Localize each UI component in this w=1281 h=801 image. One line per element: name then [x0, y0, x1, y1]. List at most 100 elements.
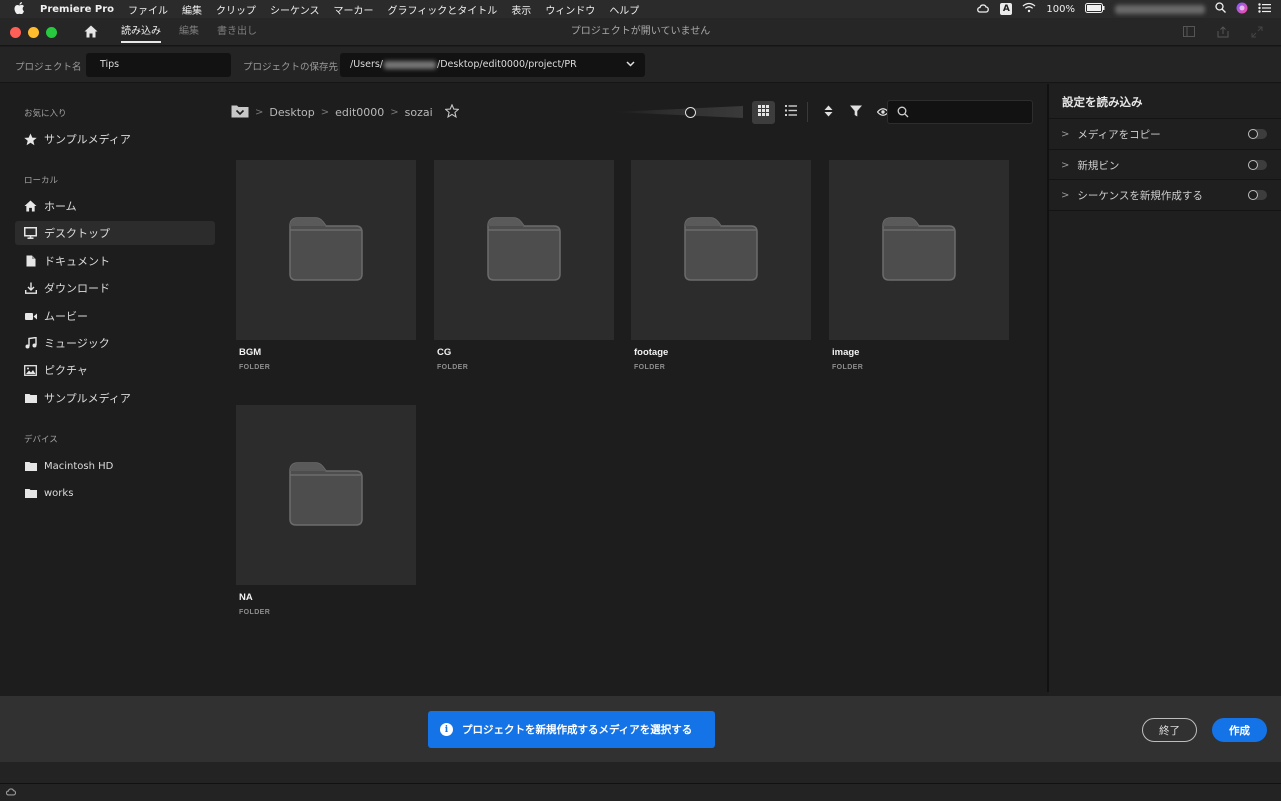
- slider-handle[interactable]: [685, 107, 696, 118]
- menu-file[interactable]: ファイル: [128, 2, 168, 17]
- item-type: FOLDER: [832, 364, 864, 371]
- menu-window[interactable]: ウィンドウ: [545, 2, 595, 17]
- project-name-input[interactable]: Tips: [86, 53, 231, 77]
- copy-media-toggle[interactable]: [1248, 129, 1267, 139]
- folder-browse-icon[interactable]: [231, 104, 249, 121]
- folder-thumbnail: [631, 160, 811, 340]
- sidebar-item-home[interactable]: ホーム: [15, 194, 215, 218]
- menu-graphics-titles[interactable]: グラフィックとタイトル: [388, 2, 498, 17]
- option-new-bin[interactable]: > 新規ビン: [1049, 149, 1281, 180]
- share-icon[interactable]: [1217, 26, 1229, 38]
- sidebar-item-pictures[interactable]: ピクチャ: [15, 358, 215, 382]
- panel-layout-icon[interactable]: [1183, 26, 1195, 38]
- wifi-icon[interactable]: [1022, 2, 1036, 16]
- chevron-right-icon: >: [1061, 189, 1070, 201]
- chevron-right-icon: >: [1061, 159, 1070, 171]
- apple-menu-icon[interactable]: [14, 1, 28, 17]
- grid-icon: [758, 105, 769, 119]
- sidebar-item-music[interactable]: ミュージック: [15, 331, 215, 355]
- grid-view-button[interactable]: [752, 100, 775, 124]
- monitor-icon: [24, 227, 37, 240]
- creative-cloud-status-icon[interactable]: [976, 3, 990, 16]
- folder-card-image[interactable]: image FOLDER: [829, 160, 1009, 371]
- list-view-button[interactable]: [779, 101, 802, 124]
- tab-export[interactable]: 書き出し: [217, 18, 257, 46]
- close-window-button[interactable]: [10, 27, 21, 38]
- item-name: CG: [437, 347, 452, 358]
- spotlight-search-icon[interactable]: [1215, 2, 1226, 16]
- option-copy-media[interactable]: > メディアをコピー: [1049, 118, 1281, 149]
- zoom-window-button[interactable]: [46, 27, 57, 38]
- select-media-info-banner: i プロジェクトを新規作成するメディアを選択する: [428, 711, 715, 748]
- breadcrumb-item[interactable]: edit0000: [335, 106, 384, 119]
- sidebar-item-label: サンプルメディア: [44, 133, 131, 146]
- item-name: NA: [239, 592, 253, 603]
- menu-marker[interactable]: マーカー: [334, 2, 374, 17]
- project-settings-row: プロジェクト名 Tips プロジェクトの保存先 /Users/ /Desktop…: [0, 47, 1281, 83]
- menu-view[interactable]: 表示: [511, 2, 531, 17]
- option-label: 新規ビン: [1077, 159, 1120, 172]
- video-camera-icon: [24, 310, 37, 323]
- option-label: メディアをコピー: [1077, 128, 1161, 141]
- sidebar-item-downloads[interactable]: ダウンロード: [15, 276, 215, 300]
- list-icon: [784, 105, 797, 119]
- option-label: シーケンスを新規作成する: [1077, 189, 1203, 202]
- control-center-icon[interactable]: [1258, 2, 1271, 16]
- folder-icon: [24, 487, 37, 500]
- path-suffix: /Desktop/edit0000/project/PR: [437, 59, 577, 70]
- tab-edit[interactable]: 編集: [179, 18, 199, 46]
- browser-toolbar: [613, 100, 894, 124]
- sidebar-item-macintosh-hd[interactable]: Macintosh HD: [15, 454, 215, 478]
- sidebar-item-desktop[interactable]: デスクトップ: [15, 221, 215, 245]
- home-icon[interactable]: [84, 25, 98, 39]
- sidebar-item-movies[interactable]: ムービー: [15, 304, 215, 328]
- create-button[interactable]: 作成: [1212, 718, 1267, 742]
- folder-card-cg[interactable]: CG FOLDER: [434, 160, 614, 371]
- tab-import[interactable]: 読み込み: [121, 18, 161, 46]
- menu-edit[interactable]: 編集: [182, 2, 202, 17]
- fullscreen-icon[interactable]: [1251, 26, 1263, 38]
- folder-card-footage[interactable]: footage FOLDER: [631, 160, 811, 371]
- folder-card-bgm[interactable]: BGM FOLDER: [236, 160, 416, 371]
- option-create-sequence[interactable]: > シーケンスを新規作成する: [1049, 179, 1281, 210]
- siri-icon[interactable]: [1236, 2, 1248, 17]
- menu-sequence[interactable]: シーケンス: [270, 2, 320, 17]
- sort-button[interactable]: [817, 101, 840, 124]
- window-controls: [10, 27, 57, 38]
- favorite-star-icon[interactable]: [444, 103, 460, 121]
- music-note-icon: [24, 337, 37, 350]
- sidebar-item-sample-media[interactable]: サンプルメディア: [15, 386, 215, 410]
- item-name: image: [832, 347, 860, 358]
- sidebar-item-sample-media-favorite[interactable]: サンプルメディア: [15, 127, 215, 151]
- minimize-window-button[interactable]: [28, 27, 39, 38]
- breadcrumb: > Desktop > edit0000 > sozai: [231, 103, 460, 121]
- sidebar-item-documents[interactable]: ドキュメント: [15, 249, 215, 273]
- breadcrumb-item[interactable]: Desktop: [269, 106, 314, 119]
- info-icon: i: [440, 723, 453, 736]
- sidebar-item-works[interactable]: works: [15, 481, 215, 505]
- new-bin-toggle[interactable]: [1248, 160, 1267, 170]
- project-location-dropdown[interactable]: /Users/ /Desktop/edit0000/project/PR: [340, 53, 645, 77]
- filter-button[interactable]: [844, 101, 867, 124]
- user-clock-blurred: [1115, 4, 1205, 14]
- sidebar-item-label: ドキュメント: [44, 255, 110, 268]
- menu-app-name[interactable]: Premiere Pro: [40, 4, 114, 15]
- create-sequence-toggle[interactable]: [1248, 190, 1267, 200]
- location-sidebar: お気に入り サンプルメディア ローカル ホーム デスクトップ ドキュメント ダウ…: [0, 84, 225, 696]
- search-input[interactable]: [887, 100, 1033, 124]
- sidebar-item-label: デスクトップ: [44, 227, 110, 240]
- folder-card-na[interactable]: NA FOLDER: [236, 405, 416, 616]
- menu-help[interactable]: ヘルプ: [609, 2, 639, 17]
- sidebar-item-label: ムービー: [44, 310, 88, 323]
- quit-button[interactable]: 終了: [1142, 718, 1197, 742]
- creative-cloud-sync-icon[interactable]: [5, 786, 17, 798]
- breadcrumb-item[interactable]: sozai: [405, 106, 433, 119]
- folder-icon: [24, 392, 37, 405]
- import-settings-title: 設定を読み込み: [1062, 95, 1143, 109]
- thumbnail-size-slider[interactable]: [613, 106, 743, 118]
- input-source-indicator[interactable]: A: [1000, 3, 1013, 15]
- menu-clip[interactable]: クリップ: [216, 2, 256, 17]
- battery-icon[interactable]: [1085, 2, 1105, 16]
- chevron-right-icon: >: [1061, 128, 1070, 140]
- status-strip: [0, 762, 1281, 801]
